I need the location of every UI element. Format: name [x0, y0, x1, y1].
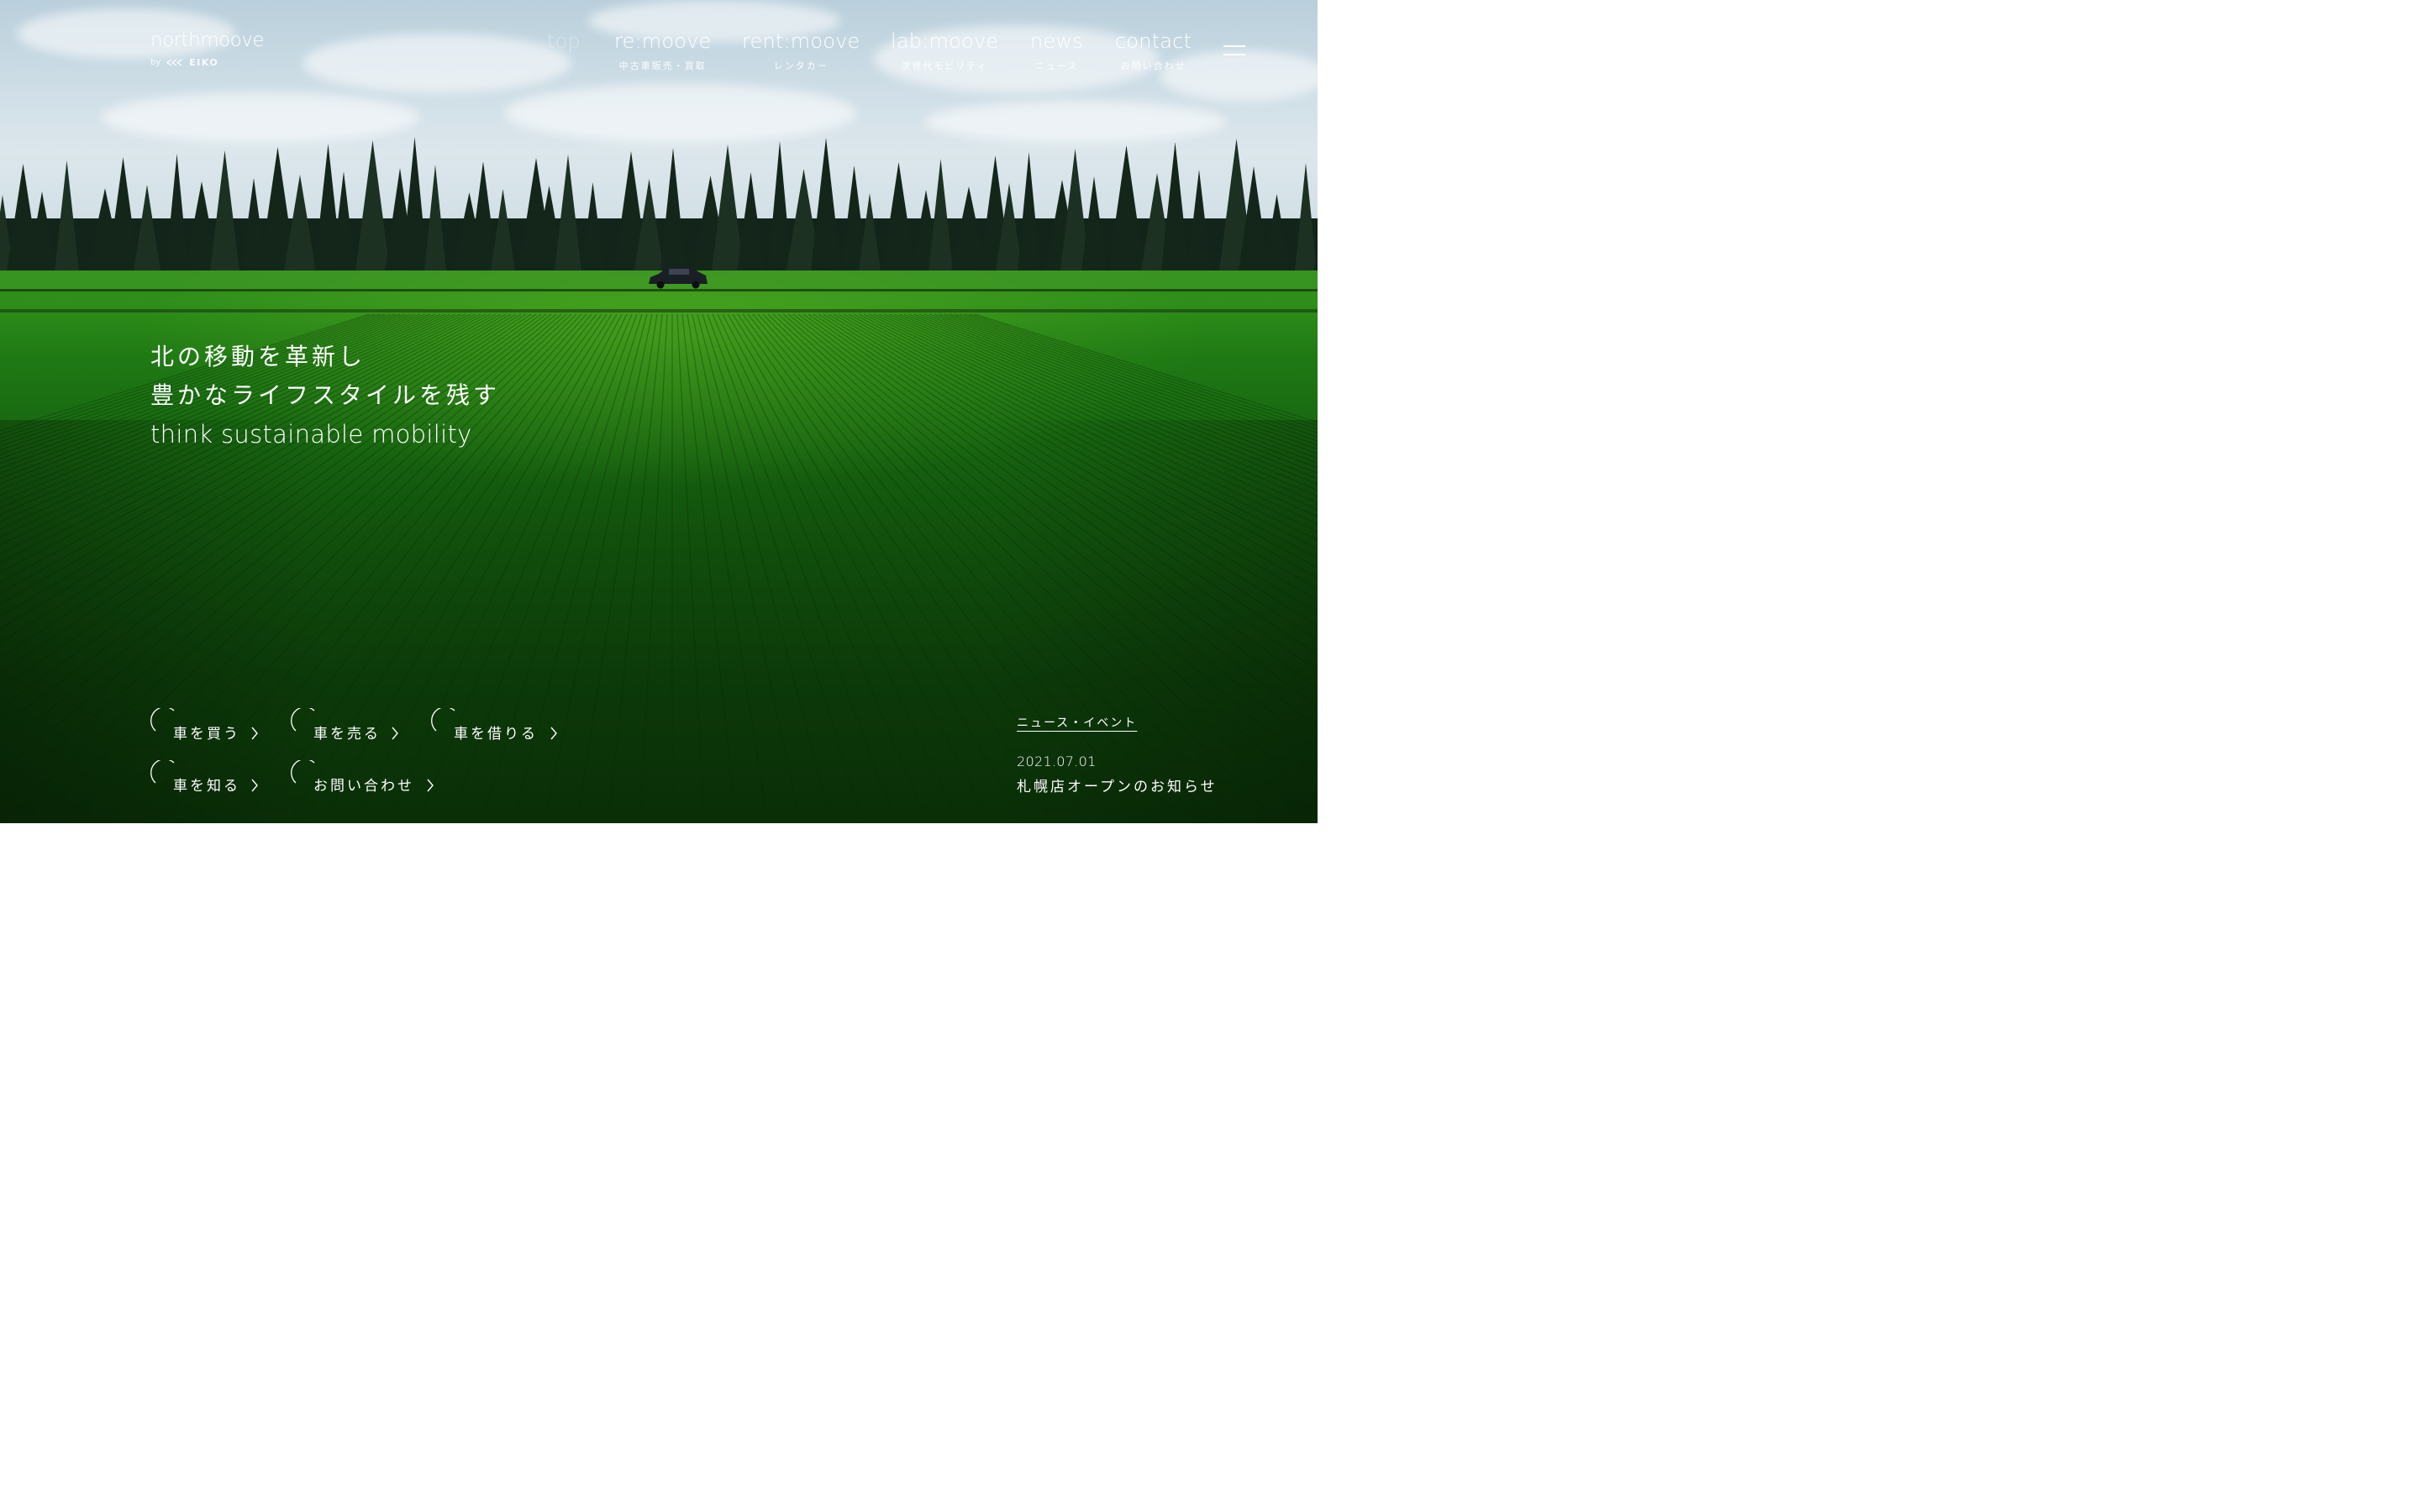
sell-car-link[interactable]: 車を売る	[291, 708, 408, 743]
car-silhouette	[649, 267, 708, 289]
chevron-right-icon	[392, 727, 398, 740]
nav-sublabel: 次世代モビリティ	[901, 60, 988, 71]
contact-link[interactable]: お問い合わせ	[291, 760, 442, 795]
nav-item-top[interactable]: top	[547, 29, 581, 54]
nav-label: top	[547, 29, 581, 53]
tree-silhouette	[55, 160, 79, 270]
tree-silhouette	[660, 148, 686, 270]
chevron-right-icon	[550, 727, 557, 740]
buy-car-link[interactable]: 車を買う	[150, 708, 268, 743]
tree-silhouette	[1295, 163, 1317, 270]
tree-silhouette	[108, 157, 139, 270]
tree-silhouette	[402, 137, 428, 270]
nav-sublabel: お問い合わせ	[1120, 60, 1186, 71]
hero-stage: northmoove by EIKO top re:moove 中古車販売・買取…	[0, 0, 1318, 823]
tree-silhouette	[768, 141, 792, 270]
tree-silhouette	[555, 155, 581, 270]
nav-sublabel: レンタカー	[773, 60, 829, 71]
hero-tagline-2: 豊かなライフスタイルを残す	[150, 381, 501, 409]
learn-car-label: 車を知る	[173, 778, 240, 795]
tree-silhouette	[1018, 152, 1040, 270]
news-heading-link[interactable]: ニュース・イベント	[1017, 714, 1218, 731]
news-panel: ニュース・イベント 2021.07.01 札幌店オープンのお知らせ	[1017, 714, 1218, 795]
learn-car-link[interactable]: 車を知る	[150, 760, 268, 795]
nav-sublabel: ニュース	[1034, 60, 1079, 71]
rent-car-label: 車を借りる	[454, 726, 538, 743]
tree-silhouette	[882, 162, 915, 270]
chevron-right-icon	[251, 727, 258, 740]
contact-label: お問い合わせ	[313, 778, 414, 795]
tree-silhouette	[811, 138, 841, 270]
tree-silhouette	[355, 140, 390, 270]
nav-label: re:moove	[614, 29, 712, 53]
tree-silhouette	[929, 159, 953, 270]
chevron-right-icon	[427, 779, 434, 792]
nav-label: rent:moove	[742, 29, 860, 53]
news-date: 2021.07.01	[1017, 753, 1097, 769]
nav-label: contact	[1115, 29, 1192, 53]
nav-item-news[interactable]: news ニュース	[1030, 29, 1083, 72]
hero-copy: 北の移動を革新し 豊かなライフスタイルを残す think sustainable…	[150, 338, 500, 454]
nav-item-contact[interactable]: contact お問い合わせ	[1115, 29, 1192, 72]
tree-silhouette	[210, 150, 239, 270]
nav-item-remoove[interactable]: re:moove 中古車販売・買取	[614, 29, 712, 72]
nav-label: news	[1030, 29, 1083, 53]
sell-car-label: 車を売る	[313, 726, 381, 743]
hamburger-menu-icon[interactable]	[1223, 45, 1245, 59]
buy-car-label: 車を買う	[173, 726, 240, 743]
nav-label: lab:moove	[891, 29, 999, 53]
hero-tagline-1: 北の移動を革新し	[150, 343, 366, 370]
main-nav: top re:moove 中古車販売・買取 rent:moove レンタカー l…	[0, 29, 1318, 79]
tree-silhouette	[1108, 145, 1144, 270]
nav-item-labmoove[interactable]: lab:moove 次世代モビリティ	[891, 29, 998, 72]
news-title-link[interactable]: 札幌店オープンのお知らせ	[1017, 774, 1218, 795]
forest-treeline	[0, 137, 1318, 270]
tree-silhouette	[424, 165, 446, 270]
chevron-right-icon	[251, 779, 258, 792]
hero-tagline-en: think sustainable mobility	[150, 420, 472, 449]
tree-silhouette	[166, 154, 188, 270]
tree-silhouette	[1161, 142, 1189, 270]
rent-car-link[interactable]: 車を借りる	[431, 708, 566, 743]
nav-item-rentmoove[interactable]: rent:moove レンタカー	[742, 29, 860, 72]
nav-sublabel: 中古車販売・買取	[618, 60, 707, 71]
